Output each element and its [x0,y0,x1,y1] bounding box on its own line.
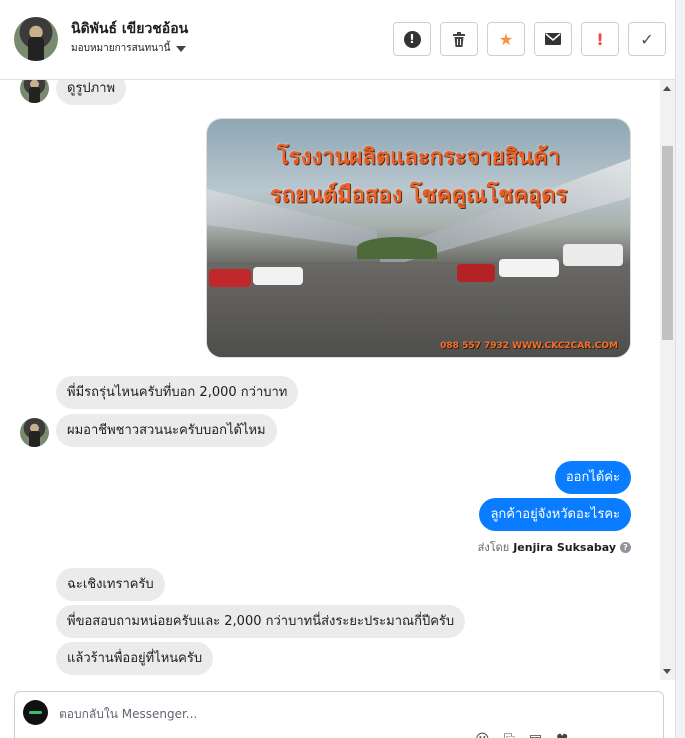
composer-tools: ☺ ⎘ ▤ ♥ [475,732,569,738]
assign-conversation-dropdown[interactable]: มอบหมายการสนทนานี้ [71,41,187,56]
sender-avatar [20,418,49,447]
help-icon[interactable]: ? [620,541,631,553]
circle-exclamation-icon: ! [403,30,421,48]
assign-label: มอบหมายการสนทนานี้ [71,43,171,54]
image-car [209,269,251,287]
incoming-message[interactable]: ผมอาชีพชาวสวนนะครับบอกได้ไหม [56,414,277,447]
contact-avatar[interactable] [14,17,58,61]
caret-down-icon [176,45,187,52]
mark-done-button[interactable]: ✓ [628,22,666,56]
sent-by-name: Jenjira Suksabay [513,540,616,554]
image-car [457,264,495,282]
image-footer: 088 557 7932 WWW.CKC2CAR.COM [440,341,618,351]
message-thread[interactable]: ดูรูปภาพ โรงงานผลิตและกระจายสินค้า รถยนต… [0,80,660,680]
incoming-message[interactable]: พี่มีรถรุ่นไหนครับที่บอก 2,000 กว่าบาท [56,376,299,409]
exclamation-icon: ! [596,29,604,49]
image-car [563,244,623,266]
window-edge [675,0,685,738]
mark-unread-button[interactable] [534,22,572,56]
image-title-line1: โรงงานผลิตและกระจายสินค้า [276,145,561,170]
image-car [253,267,303,285]
reply-input[interactable] [59,704,619,724]
emoji-icon[interactable]: ☺ [475,732,490,738]
image-trees [357,237,437,259]
attachment-icon[interactable]: ⎘ [504,732,515,738]
page-avatar-icon [23,700,48,725]
thread-scrollbar[interactable] [660,80,675,680]
scroll-down-arrow-icon[interactable] [663,669,671,674]
checkmark-icon: ✓ [640,29,654,49]
outgoing-message[interactable]: ลูกค้าอยู่จังหวัดอะไรคะ [479,498,631,531]
trash-icon [453,31,465,47]
attached-image[interactable]: โรงงานผลิตและกระจายสินค้า รถยนต์มือสอง โ… [206,118,631,358]
delete-button[interactable] [440,22,478,56]
sent-by-prefix: ส่งโดย [477,541,510,554]
sent-by-label: ส่งโดย Jenjira Suksabay ? [478,538,631,556]
outgoing-message[interactable]: ออกได้ค่ะ [554,461,631,494]
star-button[interactable]: ★ [487,22,525,56]
incoming-message[interactable]: พี่ขอสอบถามหน่อยครับและ 2,000 กว่าบาทนี่… [56,605,466,638]
reply-composer[interactable]: ☺ ⎘ ▤ ♥ [14,691,664,738]
star-icon: ★ [498,29,514,49]
contact-name[interactable]: นิดิพันธ์ เขียวชอ้อน [71,18,188,40]
scroll-up-arrow-icon[interactable] [663,86,671,91]
scroll-thumb[interactable] [662,146,673,340]
sender-avatar [20,80,49,103]
incoming-message[interactable]: ดูรูปภาพ [56,80,127,105]
report-spam-button[interactable]: ! [393,22,431,56]
follow-up-button[interactable]: ! [581,22,619,56]
envelope-icon [545,33,561,45]
image-title-line2: รถยนต์มือสอง โชคคูณโชคอุดร [269,183,568,208]
conversation-header: นิดิพันธ์ เขียวชอ้อน มอบหมายการสนทนานี้ … [0,0,675,80]
header-actions: ! ★ ! ✓ [393,22,666,56]
saved-reply-icon[interactable]: ▤ [529,732,542,738]
image-car [499,259,559,277]
incoming-message[interactable]: แล้วร้านพื่ออยู่ที่ไหนครับ [56,642,214,675]
incoming-message[interactable]: ฉะเชิงเทราครับ [56,568,165,601]
like-icon[interactable]: ♥ [556,732,569,738]
